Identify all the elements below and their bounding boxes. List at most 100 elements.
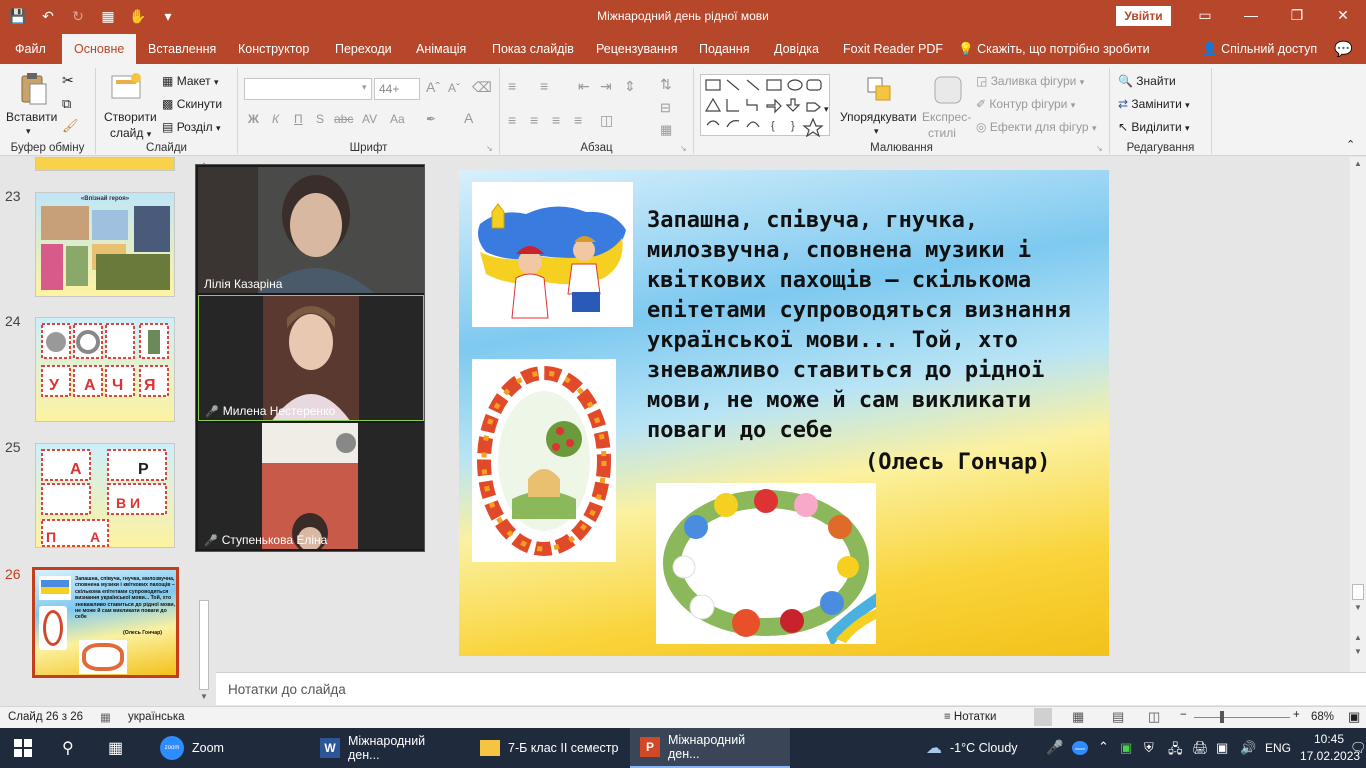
change-case-button[interactable]: Aa [390, 112, 405, 126]
tab-foxit[interactable]: Foxit Reader PDF [843, 42, 943, 56]
video-tile[interactable]: Лілія Казаріна [198, 167, 424, 293]
slide-thumbnail-24[interactable]: У ЧА Я [35, 317, 175, 422]
shape-fill-button[interactable]: ◲ Заливка фігури ▾ [976, 74, 1084, 88]
thumbnail-partial[interactable] [35, 157, 175, 171]
minimize-icon[interactable]: — [1228, 0, 1274, 30]
tab-design[interactable]: Конструктор [238, 42, 309, 56]
shadow-button[interactable]: S [316, 112, 324, 126]
drawing-dialog-launcher-icon[interactable]: ↘ [1096, 144, 1103, 153]
language-indicator[interactable]: українська [128, 711, 185, 723]
align-text-icon[interactable]: ⊟ [660, 100, 671, 116]
quote-text[interactable]: Запашна, співуча, гнучка, милозвучна, сп… [647, 206, 1087, 446]
paste-button[interactable]: Вставити [6, 110, 57, 124]
tab-insert[interactable]: Вставлення [148, 42, 216, 56]
network-icon[interactable]: 🖧 [1168, 740, 1183, 762]
tab-file[interactable]: Файл [15, 42, 46, 56]
numbering-icon[interactable]: ≡ [540, 78, 548, 94]
line-spacing-icon[interactable]: ⇕ [624, 78, 636, 95]
scroll-thumb[interactable] [199, 600, 209, 690]
task-view-button[interactable]: ▦ [98, 728, 133, 768]
replace-button[interactable]: ⇄ Замінити ▾ [1118, 97, 1190, 111]
start-button[interactable] [4, 728, 42, 768]
ukraine-map-image[interactable] [472, 182, 633, 327]
layout-button[interactable]: ▦ Макет ▾ [162, 74, 219, 88]
input-language[interactable]: ENG [1265, 741, 1291, 755]
increase-font-icon[interactable]: Aˆ [426, 79, 440, 95]
font-dialog-launcher-icon[interactable]: ↘ [486, 144, 493, 153]
share-button[interactable]: 👤 Спільний доступ [1202, 42, 1317, 57]
slide-canvas[interactable]: Запашна, співуча, гнучка, милозвучна, сп… [459, 170, 1109, 656]
volume-icon[interactable]: 🔊 [1240, 740, 1256, 756]
display-icon[interactable]: ▣ [1216, 740, 1228, 756]
quick-styles-button[interactable]: Експрес- [922, 110, 971, 124]
align-right-icon[interactable]: ≡ [552, 112, 560, 128]
strikethrough-button[interactable]: abc [334, 112, 353, 126]
font-name-dropdown-icon[interactable]: ▾ [362, 82, 367, 93]
collapse-ribbon-icon[interactable]: ⌃ [1346, 138, 1355, 151]
folk-wreath-image[interactable] [472, 359, 616, 562]
find-button[interactable]: 🔍 Знайти [1118, 74, 1176, 88]
italic-button[interactable]: К [272, 112, 279, 126]
new-slide-icon[interactable] [110, 72, 142, 104]
decrease-font-icon[interactable]: Aˇ [448, 81, 460, 95]
tab-view[interactable]: Подання [699, 42, 749, 56]
select-button[interactable]: ↖ Виділити ▾ [1118, 120, 1190, 134]
tray-overflow-icon[interactable]: ⌃ [1098, 739, 1109, 755]
slide-thumbnail-26[interactable]: Запашна, співуча, гнучка, милозвучна, сп… [32, 567, 179, 678]
tell-me-search[interactable]: 💡 Скажіть, що потрібно зробити [958, 42, 1150, 57]
tab-home[interactable]: Основне [62, 34, 137, 64]
slideshow-view-icon[interactable]: ◫ [1148, 709, 1160, 725]
shape-effects-button[interactable]: ◎ Ефекти для фігур ▾ [976, 120, 1096, 134]
slide-scrollbar[interactable]: ▲ ▼ ▲ ▼ [1350, 157, 1366, 672]
arrange-button[interactable]: Упорядкувати [840, 110, 917, 124]
tab-transitions[interactable]: Переходи [335, 42, 392, 56]
microphone-icon[interactable]: 🎤 [1046, 739, 1063, 756]
format-painter-icon[interactable]: 🖌 [62, 118, 79, 134]
columns-icon[interactable]: ◫ [600, 112, 613, 129]
reading-view-icon[interactable]: ▤ [1112, 709, 1124, 725]
smartart-icon[interactable]: ▦ [660, 122, 672, 138]
next-slide-icon[interactable]: ▼ [1354, 647, 1362, 656]
reset-button[interactable]: ▩ Скинути [162, 97, 222, 111]
restore-icon[interactable]: ❐ [1274, 0, 1320, 30]
sign-in-button[interactable]: Увійти [1116, 6, 1171, 26]
tab-review[interactable]: Рецензування [596, 42, 677, 56]
zoom-slider-thumb[interactable] [1220, 711, 1224, 723]
notes-toggle[interactable]: ≡ Нотатки [944, 711, 996, 723]
new-slide-button-line2[interactable]: слайд ▾ [110, 126, 151, 140]
normal-view-icon[interactable] [1034, 708, 1052, 726]
search-button[interactable]: ⚲ [52, 728, 84, 768]
printer-icon[interactable]: 🖨 [1192, 740, 1209, 756]
bold-button[interactable]: Ж [248, 112, 259, 126]
quick-styles-icon[interactable] [932, 74, 964, 106]
text-direction-icon[interactable]: ⇅ [660, 76, 672, 93]
weather-widget[interactable]: ☁ -1°C Cloudy [916, 728, 1028, 768]
taskbar-powerpoint[interactable]: P Міжнародний ден... [630, 728, 790, 768]
underline-button[interactable]: П [294, 112, 303, 126]
paragraph-dialog-launcher-icon[interactable]: ↘ [680, 144, 687, 153]
zoom-out-icon[interactable]: − [1180, 709, 1187, 721]
comments-icon[interactable]: 💬 [1334, 40, 1353, 58]
increase-indent-icon[interactable]: ⇥ [600, 78, 612, 95]
character-spacing-button[interactable]: AV [362, 112, 377, 126]
section-button[interactable]: ▤ Розділ ▾ [162, 120, 221, 134]
previous-slide-icon[interactable]: ▲ [1354, 633, 1362, 642]
shield-icon[interactable]: ⛨ [1144, 740, 1154, 756]
quick-styles-button-line2[interactable]: стилі [928, 126, 956, 140]
tab-help[interactable]: Довідка [774, 42, 819, 56]
font-color-icon[interactable]: A [464, 110, 473, 126]
slide-thumbnail-23[interactable]: «Впізнай героя» [35, 192, 175, 297]
copy-icon[interactable]: ⧉ [62, 96, 71, 112]
quote-author[interactable]: (Олесь Гончар) [865, 450, 1050, 475]
zoom-tray-icon[interactable]: zoom [1072, 741, 1088, 755]
scroll-down-icon[interactable]: ▼ [1354, 603, 1362, 612]
clock-time[interactable]: 10:45 [1314, 732, 1344, 746]
shape-outline-button[interactable]: ✐ Контур фігури ▾ [976, 97, 1075, 111]
video-tile[interactable]: 🎤 Милена Нестеренко [198, 295, 424, 421]
shapes-more-icon[interactable]: ▾ [824, 104, 829, 115]
scroll-down-icon[interactable]: ▼ [200, 692, 208, 701]
scroll-up-icon[interactable]: ▲ [1354, 159, 1362, 168]
notes-pane[interactable]: Нотатки до слайда [216, 672, 1366, 705]
paste-icon[interactable] [16, 72, 48, 105]
slide-thumbnail-25[interactable]: А Р В И П А [35, 443, 175, 548]
